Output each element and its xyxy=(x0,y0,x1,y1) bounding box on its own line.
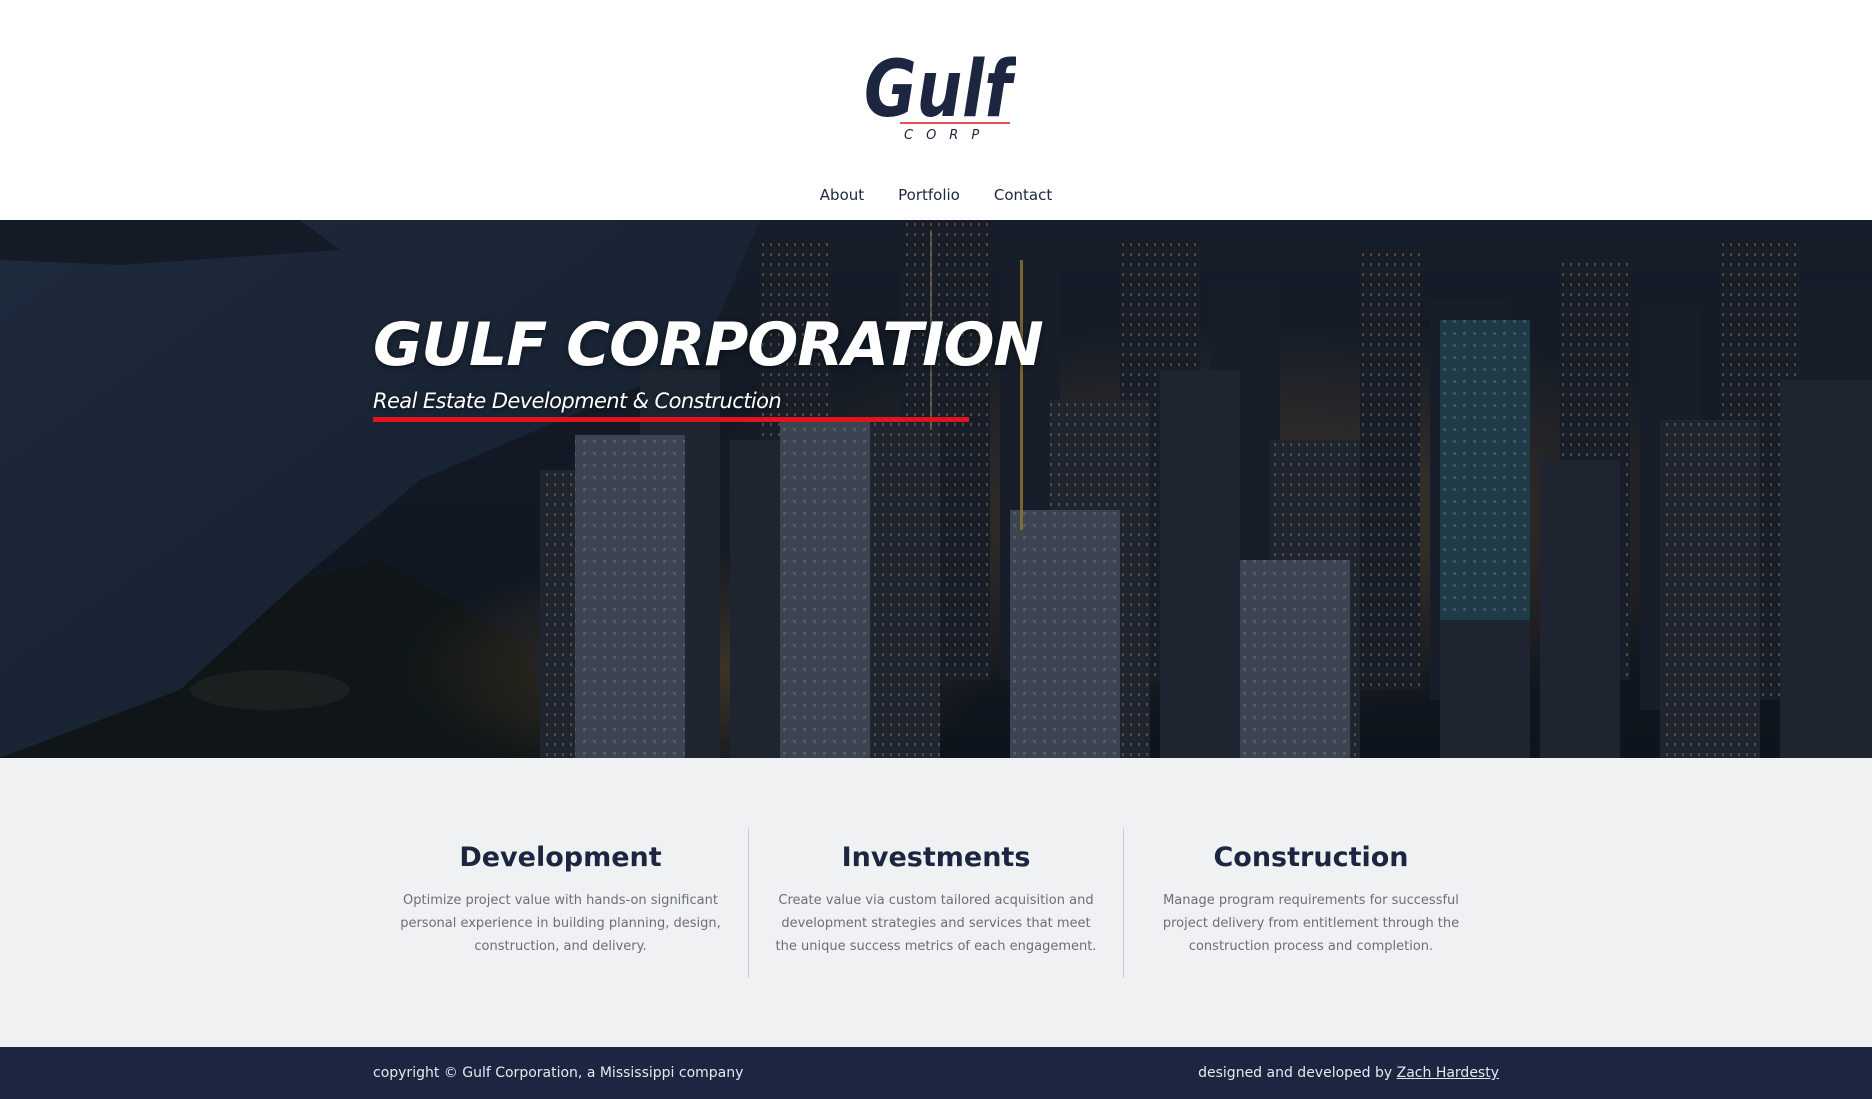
service-heading: Development xyxy=(459,842,662,873)
main-nav: About Portfolio Contact xyxy=(0,186,1872,204)
service-development: Development Optimize project value with … xyxy=(373,828,748,978)
footer-credit-link[interactable]: Zach Hardesty xyxy=(1397,1065,1499,1081)
service-heading: Construction xyxy=(1213,842,1409,873)
site-footer: copyright © Gulf Corporation, a Mississi… xyxy=(0,1047,1872,1099)
hero-title: GULF CORPORATION xyxy=(373,310,1044,380)
logo-sub: CORP xyxy=(904,128,992,143)
service-construction: Construction Manage program requirements… xyxy=(1123,828,1498,978)
city-skyline-image xyxy=(0,220,1872,758)
hero-accent-rule xyxy=(373,417,969,422)
service-heading: Investments xyxy=(841,842,1031,873)
logo-image: Gulf CORP xyxy=(864,45,1016,143)
service-description: Optimize project value with hands-on sig… xyxy=(400,893,721,954)
hero-banner: GULF CORPORATION Real Estate Development… xyxy=(0,220,1872,758)
gulf-corp-logo[interactable]: Gulf CORP xyxy=(860,38,1016,150)
site-header: Gulf CORP About Portfolio Contact xyxy=(0,0,1872,220)
services-section: Development Optimize project value with … xyxy=(373,828,1499,978)
service-description: Create value via custom tailored acquisi… xyxy=(775,893,1097,954)
footer-copyright: copyright © Gulf Corporation, a Mississi… xyxy=(373,1065,744,1081)
footer-credit-text: designed and developed by xyxy=(1198,1065,1397,1081)
nav-contact[interactable]: Contact xyxy=(994,186,1052,204)
service-description: Manage program requirements for successf… xyxy=(1162,893,1460,954)
service-investments: Investments Create value via custom tail… xyxy=(748,828,1123,978)
nav-about[interactable]: About xyxy=(820,186,864,204)
hero-subtitle: Real Estate Development & Construction xyxy=(373,389,782,413)
nav-portfolio[interactable]: Portfolio xyxy=(898,186,960,204)
footer-credit: designed and developed by Zach Hardesty xyxy=(1198,1065,1499,1081)
logo-wordmark: Gulf xyxy=(864,45,1016,135)
